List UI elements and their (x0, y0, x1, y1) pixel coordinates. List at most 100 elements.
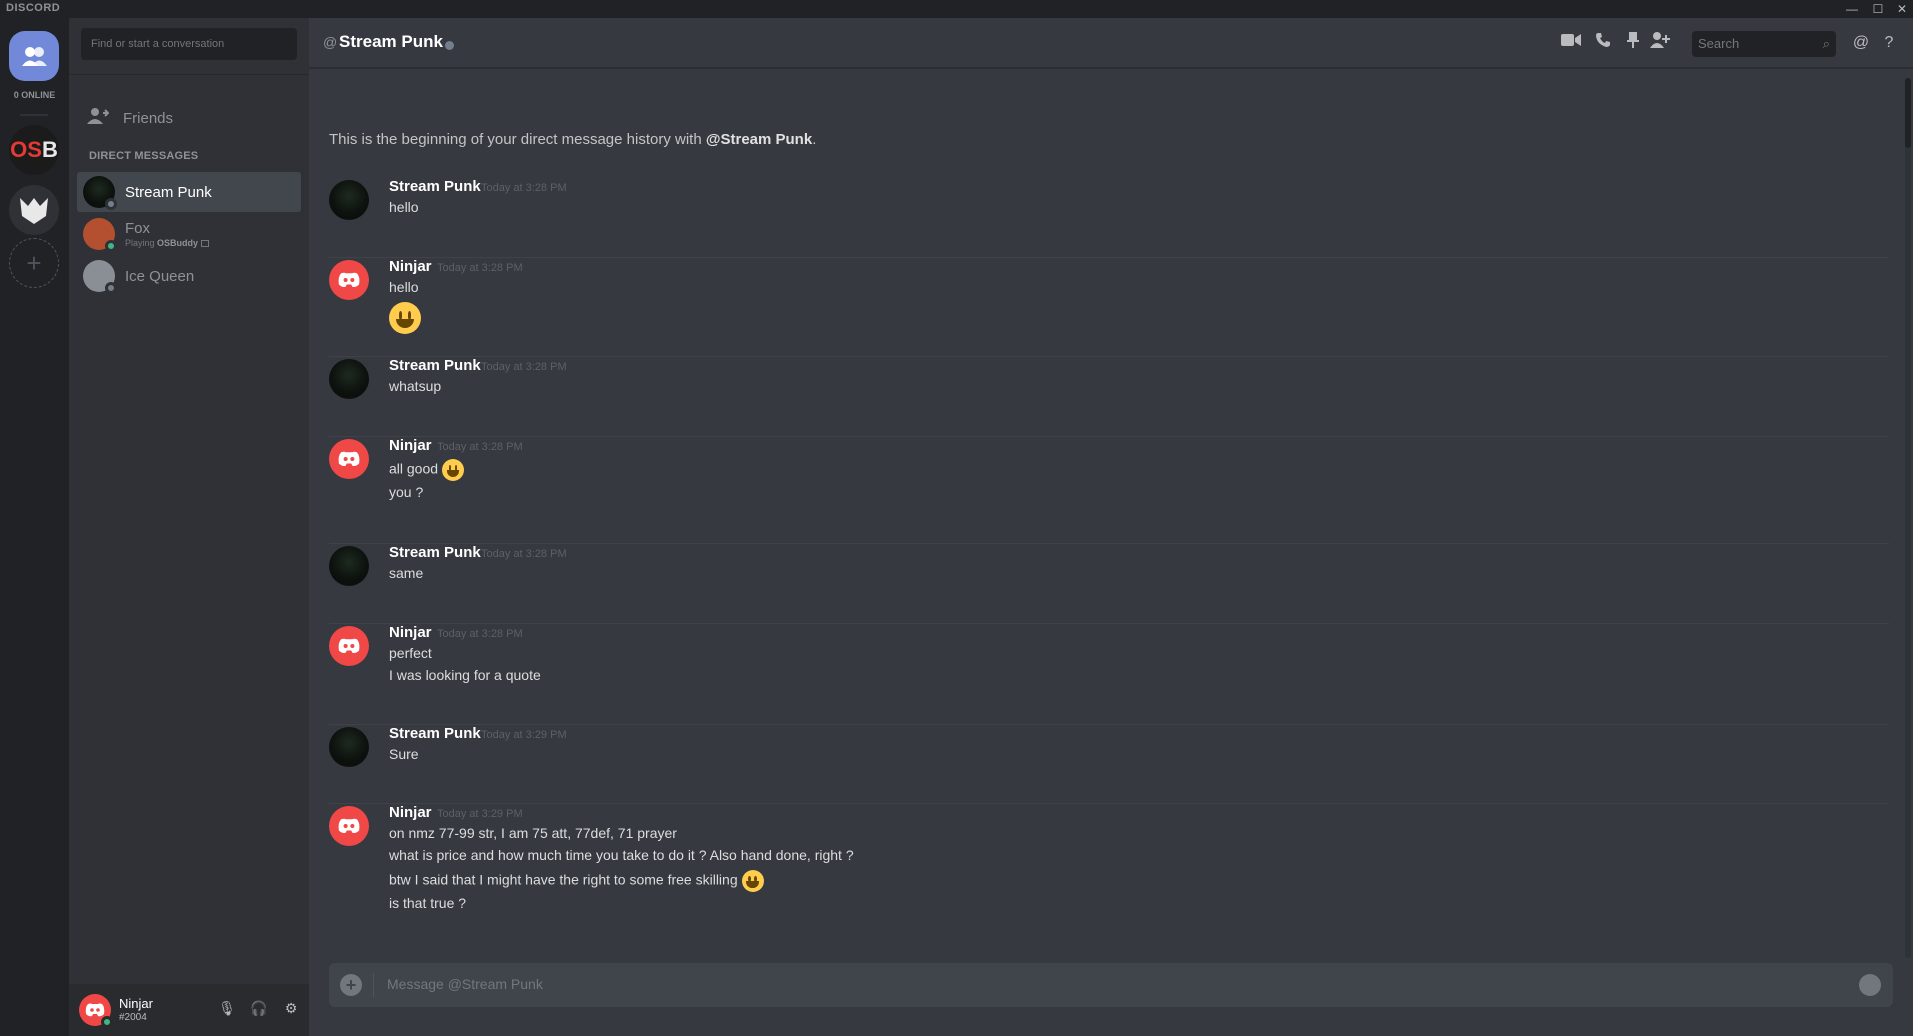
message-scrollbar[interactable] (1905, 78, 1911, 958)
settings-gear-icon[interactable]: ⚙ (281, 1000, 301, 1020)
author-avatar[interactable] (329, 727, 369, 767)
search-icon: ⌕ (1822, 36, 1830, 51)
discord-logo-icon (338, 818, 360, 834)
dm-item-ice-queen[interactable]: Ice Queen (77, 256, 301, 296)
message-text: same (389, 565, 424, 581)
add-friend-icon[interactable] (1649, 32, 1671, 54)
message-group: Stream Punk Today at 3:28 PM hello (329, 178, 1889, 258)
status-dot (445, 41, 454, 50)
avatar (83, 176, 117, 210)
find-conversation-input[interactable]: Find or start a conversation (81, 28, 297, 60)
author-avatar[interactable] (329, 180, 369, 220)
timestamp: Today at 3:29 PM (481, 729, 567, 741)
message-group: Stream Punk Today at 3:28 PM whatsup (329, 357, 1889, 437)
timestamp: Today at 3:28 PM (437, 441, 523, 453)
author-name[interactable]: Ninjar (389, 624, 432, 641)
server-osb-label-os: OS (10, 137, 42, 162)
smiley-emoji (741, 870, 764, 892)
message-group: Stream Punk Today at 3:28 PM same (329, 544, 1889, 624)
microphone-icon[interactable]: 🎙 (217, 1000, 237, 1020)
game-icon (200, 240, 209, 248)
author-name[interactable]: Stream Punk (389, 357, 481, 374)
author-name[interactable]: Ninjar (389, 258, 432, 275)
composer-divider (373, 973, 374, 997)
sidebar-divider (69, 74, 309, 75)
search-placeholder: Search (1698, 36, 1740, 51)
pinned-messages-icon[interactable] (1622, 32, 1644, 54)
status-dot (101, 1016, 113, 1028)
author-avatar[interactable] (329, 359, 369, 399)
author-avatar[interactable] (329, 806, 369, 846)
author-avatar[interactable] (329, 439, 369, 479)
minimize-button[interactable]: — (1838, 0, 1866, 18)
user-avatar[interactable] (79, 994, 113, 1028)
friends-label: Friends (123, 109, 174, 127)
author-name[interactable]: Ninjar (389, 804, 432, 821)
author-avatar[interactable] (329, 260, 369, 300)
dm-item-fox[interactable]: Fox Playing OSBuddy (77, 214, 301, 254)
message-input[interactable]: Message @Stream Punk (387, 976, 543, 992)
message-text: hello (389, 279, 419, 295)
close-window-button[interactable]: ✕ (1888, 0, 1913, 18)
chat-header: @ Stream Punk Search ⌕ @ ? (309, 18, 1913, 68)
online-count: 0 ONLINE (13, 90, 56, 100)
status-dot (105, 240, 117, 252)
message-group: Stream Punk Today at 3:29 PM Sure (329, 725, 1889, 804)
message-text: whatsup (389, 378, 442, 394)
author-name[interactable]: Stream Punk (389, 725, 481, 742)
voice-call-icon[interactable] (1592, 32, 1614, 54)
video-call-icon[interactable] (1560, 32, 1582, 54)
timestamp: Today at 3:28 PM (481, 548, 567, 560)
wolf-crest-icon (20, 198, 48, 224)
chat-area: @ Stream Punk Search ⌕ @ ? This is the b… (309, 18, 1913, 1036)
author-name[interactable]: Stream Punk (389, 544, 481, 561)
timestamp: Today at 3:28 PM (481, 361, 567, 373)
message-group: Ninjar Today at 3:29 PM on nmz 77-99 str… (329, 804, 1889, 944)
emoji-picker-icon[interactable] (1859, 974, 1881, 996)
server-osb-label-b: B (41, 137, 58, 162)
friends-icon (22, 47, 47, 66)
timestamp: Today at 3:28 PM (437, 262, 523, 274)
smiley-emoji (389, 302, 421, 334)
message-text: you ? (389, 484, 424, 500)
message-text: Sure (389, 746, 419, 762)
author-name[interactable]: Stream Punk (389, 178, 481, 195)
message-group: Ninjar Today at 3:28 PM hello (329, 258, 1889, 357)
server-osb[interactable]: OS B (9, 125, 59, 175)
message-text: is that true ? (389, 895, 467, 911)
direct-messages-header: DIRECT MESSAGES (89, 150, 199, 162)
status-dot (105, 282, 117, 294)
add-server-button[interactable]: + (9, 238, 59, 288)
author-avatar[interactable] (329, 546, 369, 586)
message-text: I was looking for a quote (389, 667, 541, 683)
message-group: Ninjar Today at 3:28 PM perfect I was lo… (329, 624, 1889, 725)
dm-item-stream-punk[interactable]: Stream Punk (77, 172, 301, 212)
home-friends-button[interactable] (9, 31, 59, 81)
attach-plus-icon[interactable]: + (340, 974, 362, 996)
message-text: all good (389, 459, 464, 481)
friends-nav-item[interactable]: Friends (77, 100, 301, 136)
status-dot (105, 198, 117, 210)
discord-logo-icon (85, 1003, 105, 1017)
author-avatar[interactable] (329, 626, 369, 666)
search-input[interactable]: Search ⌕ (1692, 31, 1836, 57)
avatar (83, 218, 117, 252)
timestamp: Today at 3:28 PM (481, 182, 567, 194)
scrollbar-thumb[interactable] (1905, 78, 1911, 148)
mentions-icon[interactable]: @ (1850, 32, 1872, 54)
headphones-icon[interactable]: 🎧 (249, 1000, 269, 1020)
conversation-intro: This is the beginning of your direct mes… (329, 131, 817, 148)
author-name[interactable]: Ninjar (389, 437, 432, 454)
message-text: btw I said that I might have the right t… (389, 870, 764, 892)
message-text: perfect (389, 645, 432, 661)
dm-name: Ice Queen (125, 267, 195, 285)
message-text: what is price and how much time you take… (389, 847, 854, 863)
username: Ninjar (119, 996, 153, 1011)
help-icon[interactable]: ? (1878, 32, 1900, 54)
at-icon: @ (323, 34, 338, 50)
message-text: hello (389, 199, 419, 215)
server-wolf[interactable] (9, 185, 59, 235)
title-bar: DISCORD — ☐ ✕ (0, 0, 1913, 18)
discord-logo-icon (338, 451, 360, 467)
message-group: Ninjar Today at 3:28 PM all good you ? (329, 437, 1889, 544)
